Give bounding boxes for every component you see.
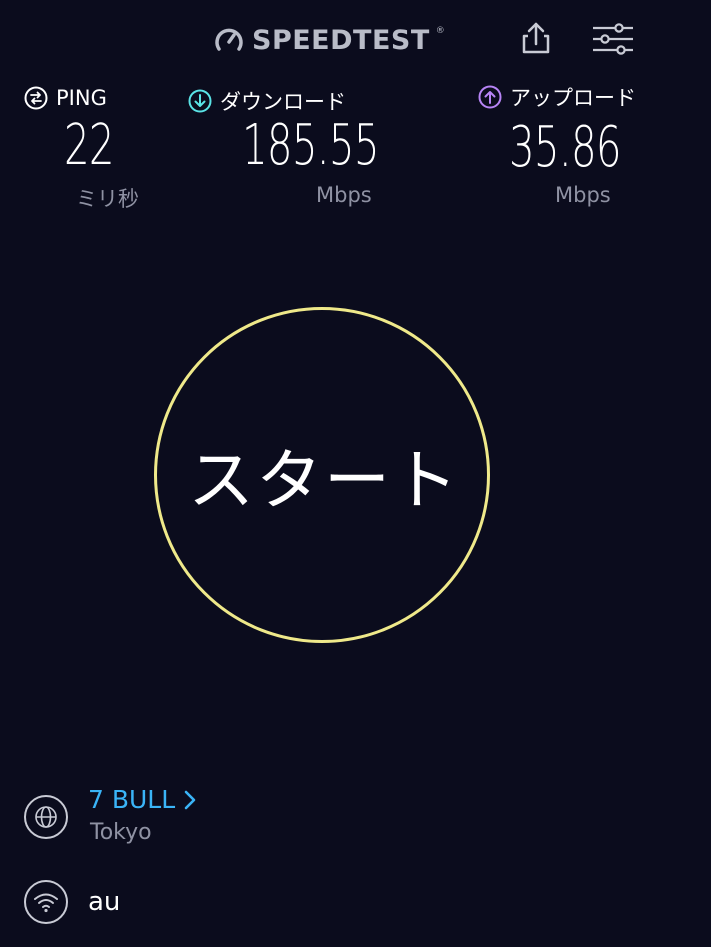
upload-header: アップロード [478,82,636,112]
speedometer-icon [215,28,243,51]
settings-button[interactable] [590,22,636,56]
ping-value: 22 [64,113,115,178]
speedtest-logo: SPEEDTEST ® [212,22,445,58]
download-arrow-icon [188,89,212,113]
start-label: スタート [188,442,460,519]
ping-header: PING [24,86,107,110]
chevron-right-icon [184,790,196,809]
logo-trademark: ® [435,26,445,36]
ping-label: PING [56,86,107,110]
upload-arrow-icon [478,85,502,109]
share-icon [522,22,550,54]
download-label: ダウンロード [220,90,346,114]
start-button[interactable]: スタート [154,307,490,643]
server-link[interactable]: 7 BULL [88,785,197,814]
download-value: 185.55 [242,113,379,178]
upload-value: 35.86 [509,115,622,180]
globe-icon [35,806,57,828]
upload-unit: Mbps [555,183,611,207]
carrier-name: au [88,887,121,917]
connection-button[interactable] [24,880,68,924]
download-unit: Mbps [316,183,372,207]
server-globe-button[interactable] [24,795,68,839]
ping-icon [24,86,48,110]
share-button[interactable] [518,20,554,56]
upload-label: アップロード [510,86,636,110]
download-header: ダウンロード [188,86,346,116]
server-location: Tokyo [90,820,152,845]
server-name: 7 BULL [88,785,176,814]
ping-unit: ミリ秒 [76,187,139,211]
settings-sliders-icon [593,23,633,55]
wifi-icon [34,893,58,913]
logo-text: SPEEDTEST [252,24,430,56]
